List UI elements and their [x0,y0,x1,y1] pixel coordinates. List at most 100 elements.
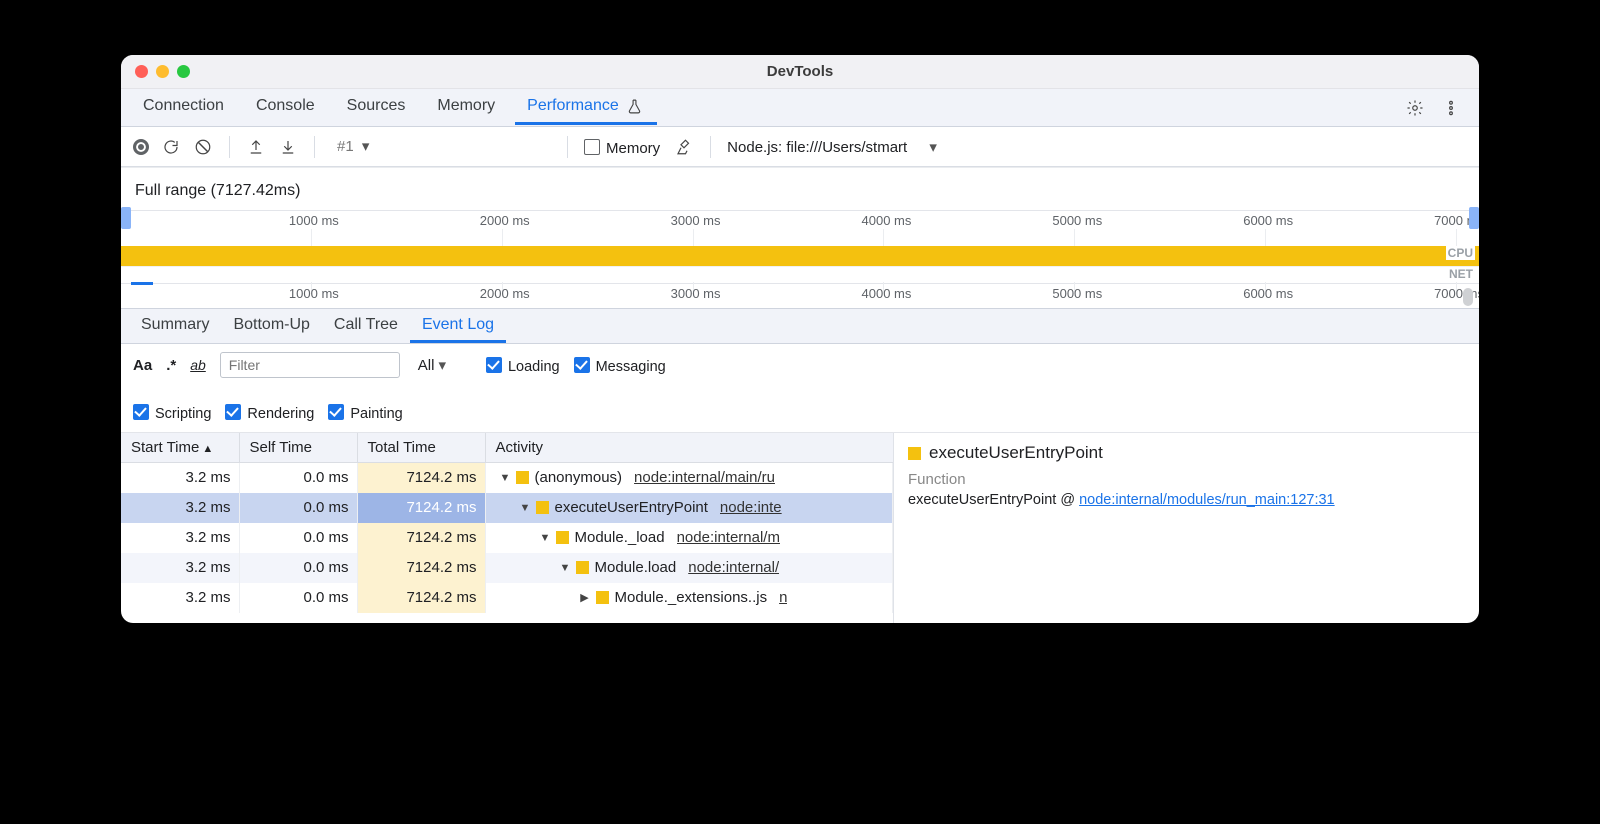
cell-total: 7124.2 ms [357,553,485,583]
cell-start: 3.2 ms [121,583,239,613]
gear-icon[interactable] [1405,98,1425,118]
table-row[interactable]: 3.2 ms0.0 ms7124.2 ms▼Module.loadnode:in… [121,553,893,583]
collect-garbage-icon[interactable] [674,137,694,157]
subtab-event-log-label: Event Log [422,316,494,333]
category-swatch-icon [596,591,609,604]
net-track[interactable]: NET [121,266,1479,284]
tab-performance-label: Performance [527,97,619,115]
ruler-bottom[interactable]: 1000 ms 2000 ms 3000 ms 4000 ms 5000 ms … [121,284,1479,308]
cell-self: 0.0 ms [239,493,357,523]
range-label: Full range (7127.42ms) [121,178,1479,210]
table-row[interactable]: 3.2 ms0.0 ms7124.2 ms▼executeUserEntryPo… [121,493,893,523]
cell-total: 7124.2 ms [357,583,485,613]
event-log-table-pane: Start Time▲ Self Time Total Time Activit… [121,433,894,623]
subtab-summary-label: Summary [141,316,209,333]
minimize-icon[interactable] [156,65,169,78]
tab-memory[interactable]: Memory [425,91,507,124]
chevron-down-icon[interactable]: ▼ [540,532,550,544]
subtab-summary[interactable]: Summary [129,310,221,343]
subtab-event-log[interactable]: Event Log [410,310,506,343]
messaging-label: Messaging [596,359,666,375]
main-tab-bar: Connection Console Sources Memory Perfor… [121,89,1479,127]
window-title: DevTools [121,63,1479,80]
activity-source-link[interactable]: node:internal/m [677,529,780,546]
chevron-down-icon[interactable]: ▼ [520,502,530,514]
category-swatch-icon [576,561,589,574]
cell-total: 7124.2 ms [357,493,485,523]
kebab-icon[interactable] [1441,98,1461,118]
clear-icon[interactable] [193,137,213,157]
upload-icon[interactable] [246,137,266,157]
net-track-label: NET [1447,267,1475,281]
zoom-icon[interactable] [177,65,190,78]
detail-location: executeUserEntryPoint @ node:internal/mo… [908,492,1465,508]
detail-source-link[interactable]: node:internal/modules/run_main:127:31 [1079,492,1335,508]
range-handle-right[interactable] [1469,207,1479,229]
memory-checkbox[interactable]: Memory [584,137,660,157]
category-swatch-icon [908,447,921,460]
profile-selector[interactable]: #1 ▾ [331,135,551,159]
activity-source-link[interactable]: node:inte [720,499,782,516]
chevron-down-icon[interactable]: ▼ [500,472,510,484]
scripting-checkbox[interactable]: Scripting [133,402,211,422]
detail-pane: executeUserEntryPoint Function executeUs… [894,433,1479,623]
activity-name: (anonymous) [535,469,623,486]
target-selector[interactable]: Node.js: file:///Users/stmart ▾ [727,138,937,156]
category-swatch-icon [516,471,529,484]
tab-console[interactable]: Console [244,91,327,124]
activity-name: Module._load [575,529,665,546]
activity-source-link[interactable]: node:internal/main/ru [634,469,775,486]
chevron-down-icon: ▾ [362,138,370,155]
cell-start: 3.2 ms [121,493,239,523]
tab-sources-label: Sources [347,97,406,115]
cell-start: 3.2 ms [121,553,239,583]
tab-sources[interactable]: Sources [335,91,418,124]
filter-input[interactable] [220,352,400,378]
cell-self: 0.0 ms [239,523,357,553]
col-activity[interactable]: Activity [485,433,893,463]
table-row[interactable]: 3.2 ms0.0 ms7124.2 ms▼(anonymous)node:in… [121,463,893,493]
cell-activity: ▶ Module._extensions..js n [485,583,893,613]
tab-connection[interactable]: Connection [131,91,236,124]
col-start-time[interactable]: Start Time▲ [121,433,239,463]
activity-source-link[interactable]: node:internal/ [688,559,779,576]
messaging-checkbox[interactable]: Messaging [574,355,666,375]
download-icon[interactable] [278,137,298,157]
col-activity-label: Activity [496,439,544,456]
match-whole-word-icon[interactable]: ab [190,357,206,373]
cpu-track[interactable]: CPU [121,246,1479,266]
cell-self: 0.0 ms [239,583,357,613]
event-log-table: Start Time▲ Self Time Total Time Activit… [121,433,893,613]
reload-icon[interactable] [161,137,181,157]
painting-label: Painting [350,406,402,422]
chevron-right-icon[interactable]: ▶ [580,591,590,604]
ruler-top[interactable]: 1000 ms 2000 ms 3000 ms 4000 ms 5000 ms … [121,211,1479,233]
chevron-down-icon: ▾ [929,139,937,156]
rendering-checkbox[interactable]: Rendering [225,402,314,422]
tab-performance[interactable]: Performance [515,90,657,125]
detail-type: Function [908,471,1465,488]
activity-name: Module._extensions..js [615,589,768,606]
close-icon[interactable] [135,65,148,78]
target-label: Node.js: file:///Users/stmart [727,139,907,156]
tab-memory-label: Memory [437,97,495,115]
painting-checkbox[interactable]: Painting [328,402,402,422]
table-row[interactable]: 3.2 ms0.0 ms7124.2 ms ▶ Module._extensions… [121,583,893,613]
col-total-time[interactable]: Total Time [357,433,485,463]
details-tab-bar: Summary Bottom-Up Call Tree Event Log [121,308,1479,344]
perf-toolbar: #1 ▾ Memory Node.js: file:///Users/stmar… [121,127,1479,167]
col-self-time[interactable]: Self Time [239,433,357,463]
rendering-label: Rendering [247,406,314,422]
record-button[interactable] [133,139,149,155]
scrollbar-thumb[interactable] [1463,288,1473,306]
subtab-call-tree[interactable]: Call Tree [322,310,410,343]
regex-icon[interactable]: .* [166,357,176,374]
category-select[interactable]: All▾ [414,354,472,376]
subtab-bottom-up[interactable]: Bottom-Up [221,310,321,343]
loading-checkbox[interactable]: Loading [486,355,560,375]
table-row[interactable]: 3.2 ms0.0 ms7124.2 ms▼Module._loadnode:i… [121,523,893,553]
match-case-icon[interactable]: Aa [133,357,152,374]
cell-start: 3.2 ms [121,523,239,553]
chevron-down-icon[interactable]: ▼ [560,562,570,574]
activity-source-link[interactable]: n [779,589,787,606]
